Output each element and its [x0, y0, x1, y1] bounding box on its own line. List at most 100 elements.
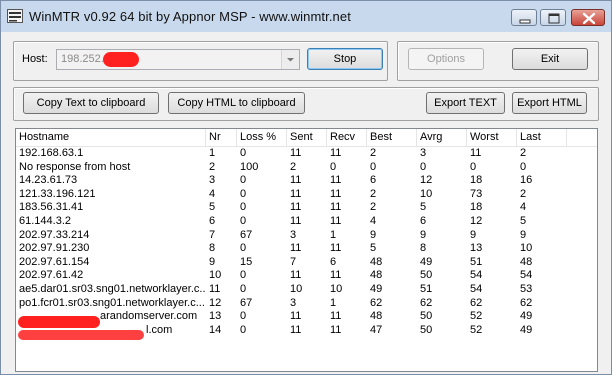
- col-sent[interactable]: Sent: [287, 129, 327, 146]
- table-row[interactable]: 61.144.3.2 6 0 11 11 4 6 12 5: [16, 215, 597, 228]
- cell-recv: 11: [330, 269, 342, 282]
- cell-nr: 7: [209, 228, 216, 241]
- cell-avrg: 50: [420, 269, 433, 282]
- col-hostname[interactable]: Hostname: [16, 129, 206, 146]
- cell-sent: 11: [290, 310, 302, 323]
- cell-worst: 0: [470, 160, 477, 173]
- cell-sent: 7: [290, 255, 297, 268]
- cell-best: 2: [370, 147, 377, 159]
- options-button[interactable]: Options: [408, 48, 484, 70]
- cell-sent: 11: [290, 215, 302, 227]
- table-row[interactable]: 183.56.31.41 5 0 11 11 2 5 18 4: [16, 201, 597, 214]
- cell-nr: 9: [209, 255, 216, 268]
- cell-avrg: 5: [420, 201, 427, 214]
- col-last[interactable]: Last: [517, 129, 567, 146]
- title-bar[interactable]: WinMTR v0.92 64 bit by Appnor MSP - www.…: [1, 1, 611, 32]
- cell-recv: 1: [330, 296, 337, 309]
- cell-sent: 11: [290, 242, 302, 255]
- redaction-mark: [18, 330, 144, 340]
- cell-best: 48: [370, 269, 383, 282]
- cell-sent: 3: [290, 228, 297, 241]
- table-row[interactable]: po1.fcr01.sr03.sng01.networklayer.c... 12…: [16, 296, 597, 310]
- col-recv[interactable]: Recv: [327, 129, 367, 146]
- cell-best: 2: [370, 187, 377, 200]
- export-html-button[interactable]: Export HTML: [512, 92, 587, 114]
- cell-loss: 0: [240, 269, 247, 282]
- col-loss[interactable]: Loss %: [237, 129, 287, 146]
- table-row[interactable]: 202.97.91.230 8 0 11 11 5 8 13 10: [16, 242, 597, 255]
- cell-loss: 0: [240, 215, 247, 227]
- cell-nr: 2: [209, 160, 216, 173]
- cell-worst: 51: [470, 255, 483, 268]
- cell-nr: 1: [209, 147, 216, 159]
- cell-hostname: No response from host: [19, 160, 131, 173]
- table-row[interactable]: 202.97.61.42 10 0 11 11 48 50 54 54: [16, 269, 597, 282]
- cell-last: 9: [520, 228, 527, 241]
- maximize-button[interactable]: [540, 9, 566, 26]
- cell-hostname: 202.97.33.214: [19, 228, 90, 241]
- cell-best: 0: [370, 160, 377, 173]
- cell-best: 47: [370, 323, 383, 336]
- cell-worst: 54: [470, 269, 483, 282]
- cell-hostname: 202.97.61.154: [19, 255, 90, 268]
- cell-loss: 0: [240, 283, 247, 295]
- exit-button[interactable]: Exit: [512, 48, 588, 70]
- cell-worst: 62: [470, 296, 483, 309]
- cell-hostname: 183.56.31.41: [19, 201, 84, 214]
- host-dropdown-button[interactable]: [281, 50, 299, 69]
- cell-worst: 52: [470, 323, 483, 336]
- cell-hostname: 192.168.63.1: [19, 147, 84, 159]
- cell-hostname: 14.23.61.73: [19, 174, 78, 187]
- table-row[interactable]: 202.97.61.154 9 15 7 6 48 49 51 48: [16, 255, 597, 269]
- cell-hostname: po1.fcr01.sr03.sng01.networklayer.c...: [19, 296, 205, 309]
- cell-hostname: 202.97.61.42: [19, 269, 84, 282]
- cell-nr: 4: [209, 187, 216, 200]
- cell-loss: 0: [240, 174, 247, 187]
- col-best[interactable]: Best: [367, 129, 417, 146]
- stop-button[interactable]: Stop: [307, 48, 383, 70]
- table-row[interactable]: ae5.dar01.sr03.sng01.networklayer.c... 11…: [16, 283, 597, 296]
- table-header: Hostname Nr Loss % Sent Recv Best Avrg W…: [16, 129, 597, 147]
- close-button[interactable]: [571, 9, 605, 26]
- cell-nr: 11: [209, 283, 221, 295]
- cell-last: 10: [520, 242, 533, 255]
- cell-last: 2: [520, 147, 527, 159]
- cell-nr: 3: [209, 174, 216, 187]
- table-row[interactable]: 14.23.61.73 3 0 11 11 6 12 18 16: [16, 174, 597, 187]
- host-combobox[interactable]: 198.252.: [56, 49, 300, 70]
- cell-hostname: 121.33.196.121: [19, 187, 96, 200]
- cell-recv: 11: [330, 323, 342, 336]
- cell-nr: 12: [209, 296, 222, 309]
- table-row[interactable]: 121.33.196.121 4 0 11 11 2 10 73 2: [16, 187, 597, 201]
- minimize-button[interactable]: [511, 9, 537, 26]
- winmtr-app-icon: [7, 9, 23, 23]
- cell-avrg: 50: [420, 310, 433, 323]
- export-text-button[interactable]: Export TEXT: [426, 92, 505, 114]
- col-avrg[interactable]: Avrg: [417, 129, 467, 146]
- cell-worst: 12: [470, 215, 483, 227]
- cell-loss: 100: [240, 160, 259, 173]
- cell-sent: 11: [290, 147, 302, 159]
- cell-avrg: 9: [420, 228, 427, 241]
- col-worst[interactable]: Worst: [467, 129, 517, 146]
- col-nr[interactable]: Nr: [206, 129, 237, 146]
- cell-sent: 3: [290, 296, 297, 309]
- cell-worst: 9: [470, 228, 477, 241]
- cell-sent: 10: [290, 283, 303, 295]
- table-row[interactable]: 192.168.63.1 1 0 11 11 2 3 11 2: [16, 147, 597, 160]
- minimize-icon: [519, 19, 531, 24]
- cell-hostname: 61.144.3.2: [19, 215, 71, 227]
- table-row[interactable]: 202.97.33.214 7 67 3 1 9 9 9 9: [16, 228, 597, 242]
- cell-loss: 0: [240, 147, 247, 159]
- cell-worst: 73: [470, 187, 483, 200]
- copy-html-button[interactable]: Copy HTML to clipboard: [168, 92, 305, 114]
- table-row[interactable]: No response from host 2 100 2 0 0 0 0 0: [16, 160, 597, 174]
- cell-last: 48: [520, 255, 533, 268]
- cell-best: 48: [370, 310, 383, 323]
- table-row[interactable]: arandomserver.com 13 0 11 11 48 50 52 49: [16, 310, 597, 323]
- cell-loss: 0: [240, 187, 247, 200]
- cell-sent: 11: [290, 269, 302, 282]
- cell-sent: 11: [290, 187, 302, 200]
- results-table[interactable]: Hostname Nr Loss % Sent Recv Best Avrg W…: [15, 128, 598, 372]
- copy-text-button[interactable]: Copy Text to clipboard: [23, 92, 159, 114]
